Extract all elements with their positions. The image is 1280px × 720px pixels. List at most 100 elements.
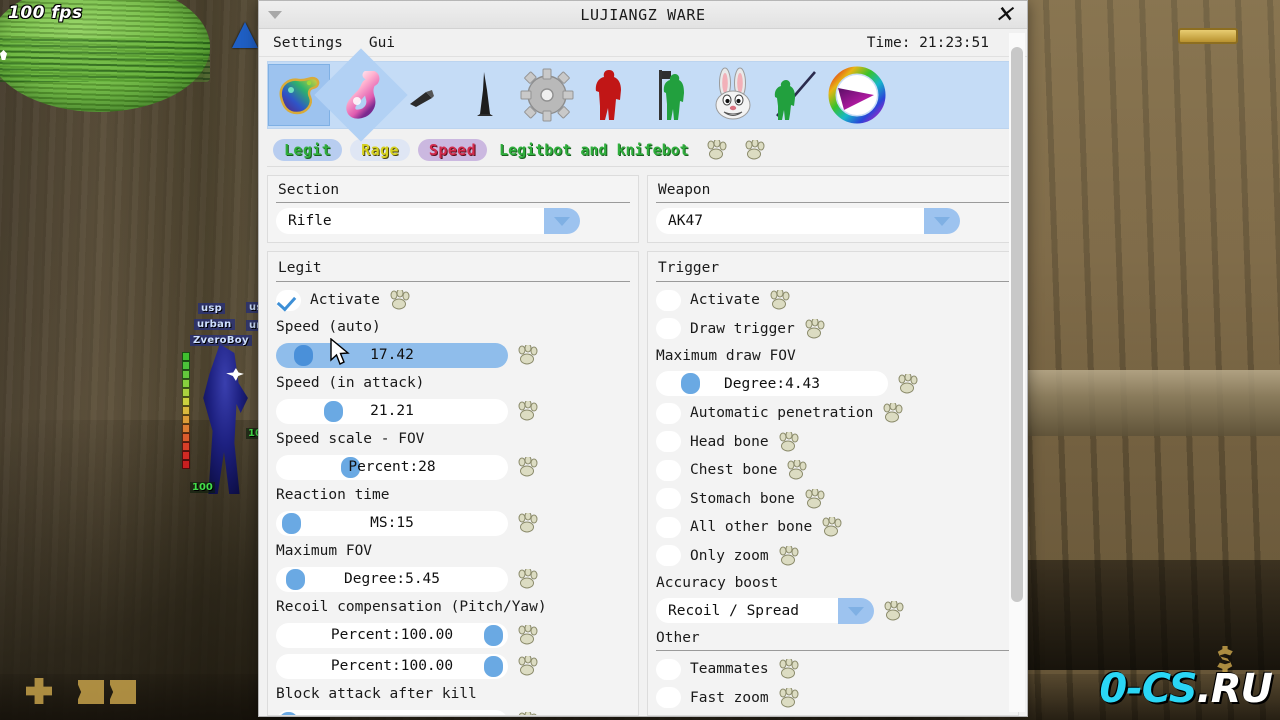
paw-help-icon-legit-0[interactable] [388, 290, 410, 310]
paw-help-icon-legit-2[interactable] [516, 345, 538, 365]
slider-knob-trigger-3[interactable] [681, 373, 700, 394]
accuracy-boost-dropdown[interactable]: Recoil / Spread [656, 598, 874, 624]
checkbox-trigger-14[interactable] [656, 687, 681, 709]
paw-help-icon-trigger-4[interactable] [881, 403, 903, 423]
slider-legit-10[interactable]: Degree:5.45 [276, 566, 508, 592]
chevron-down-icon[interactable] [838, 598, 874, 624]
section-label: Section [276, 180, 630, 203]
checkbox-trigger-7[interactable] [656, 488, 681, 510]
close-icon[interactable]: ✕ [991, 1, 1017, 29]
toolbar-icon-rocket[interactable] [392, 64, 454, 126]
checkbox-row-trigger-4[interactable]: Automatic penetration [656, 399, 1010, 428]
tab-rage[interactable]: Rage [350, 138, 410, 161]
toolbar-icon-rainbow-blob[interactable] [268, 64, 330, 126]
slider-knob-legit-4[interactable] [324, 400, 343, 422]
caption-legit-1: Speed (auto) [276, 319, 381, 335]
slider-value-legit-13: Percent:100.00 [330, 658, 454, 674]
paw-help-icon-legit-13[interactable] [516, 656, 538, 676]
checkbox-row-trigger-9[interactable]: Only zoom [656, 542, 1010, 571]
paw-help-icon-legit-6[interactable] [516, 457, 538, 477]
rainbow-blob-icon [279, 76, 320, 115]
checkbox-label-trigger-4: Automatic penetration [690, 405, 874, 422]
checkbox-row-trigger-6[interactable]: Chest bone [656, 456, 1010, 485]
checkbox-row-trigger-0[interactable]: Activate [656, 286, 1010, 315]
paw-help-icon-trigger-7[interactable] [803, 488, 825, 509]
toolbar-icon-bunny[interactable] [702, 64, 764, 126]
paw-help-icon-trigger-9[interactable] [777, 545, 799, 566]
paw-help-icon-trigger-8[interactable] [820, 517, 842, 537]
tab-speed[interactable]: Speed [417, 138, 488, 161]
toolbar-icon-color-wheel[interactable] [826, 64, 888, 126]
checkbox-label-trigger-5: Head bone [690, 433, 769, 450]
site-watermark: 0-CS.RU [1099, 666, 1273, 712]
toolbar-icon-pink-potion[interactable] [330, 64, 392, 126]
slider-legit-13[interactable]: Percent:100.00 [276, 653, 508, 679]
checkbox-legit-0[interactable] [276, 289, 301, 311]
checkbox-trigger-5[interactable] [656, 431, 681, 453]
toolbar-icon-knife-player[interactable] [764, 64, 826, 126]
checkbox-row-trigger-13[interactable]: Teammates [656, 655, 1010, 684]
paw-help-icon-tabs-2[interactable] [743, 139, 765, 160]
settings-panels: Legit Activate Speed (auto) 17.42 Speed (in… [267, 251, 1019, 716]
checkbox-trigger-8[interactable] [656, 516, 681, 538]
paw-help-icon-trigger-1[interactable] [803, 318, 825, 339]
checkbox-trigger-13[interactable] [656, 658, 681, 680]
paw-help-icon-trigger-11[interactable] [882, 600, 904, 621]
slider-trigger-3[interactable]: Degree:4.43 [656, 371, 888, 396]
slider-legit-2[interactable]: 17.42 [276, 342, 508, 368]
paw-help-icon-legit-4[interactable] [516, 401, 538, 421]
section-dropdown[interactable]: Rifle [276, 208, 581, 234]
slider-legit-8[interactable]: MS:15 [276, 510, 508, 536]
checkbox-trigger-1[interactable] [656, 318, 681, 340]
checkbox-row-trigger-15[interactable]: Draw aimbot FOV [656, 712, 1010, 715]
paw-help-icon-legit-12[interactable] [516, 625, 538, 645]
scrollbar-thumb[interactable] [1011, 47, 1023, 602]
paw-help-icon-trigger-5[interactable] [777, 431, 799, 452]
chevron-down-icon[interactable] [544, 208, 581, 234]
slider-knob-legit-15[interactable] [279, 711, 298, 715]
checkbox-row-trigger-7[interactable]: Stomach bone [656, 485, 1010, 514]
menu-item-settings[interactable]: Settings [273, 35, 343, 51]
toolbar-icon-red-player[interactable] [578, 64, 640, 126]
toolbar-icon-gear[interactable] [516, 64, 578, 126]
slider-legit-15[interactable]: MS:0 [276, 709, 508, 715]
paw-help-icon-legit-15[interactable] [516, 712, 538, 716]
checkbox-trigger-6[interactable] [656, 459, 681, 481]
menu-item-gui[interactable]: Gui [369, 35, 395, 51]
checkbox-row-trigger-14[interactable]: Fast zoom [656, 684, 1010, 713]
toolbar-icon-green-flag-player[interactable] [640, 64, 702, 126]
weapon-dropdown[interactable]: AK47 [656, 208, 961, 234]
checkbox-row-legit-0[interactable]: Activate [276, 286, 630, 315]
paw-help-icon-trigger-3[interactable] [896, 373, 918, 394]
checkbox-trigger-9[interactable] [656, 545, 681, 567]
slider-knob-legit-2[interactable] [294, 344, 313, 366]
checkbox-row-trigger-8[interactable]: All other bone [656, 513, 1010, 542]
slider-row-legit-15: MS:0 [276, 707, 630, 716]
paw-help-icon-tabs-1[interactable] [705, 139, 727, 160]
slider-legit-4[interactable]: 21.21 [276, 398, 508, 424]
checkbox-row-trigger-5[interactable]: Head bone [656, 428, 1010, 457]
slider-knob-legit-8[interactable] [282, 512, 301, 534]
paw-help-icon-legit-10[interactable] [516, 569, 538, 589]
tab-legit[interactable]: Legit [273, 138, 343, 161]
toolbar-icon-tower[interactable] [454, 64, 516, 126]
checkbox-trigger-0[interactable] [656, 289, 681, 311]
slider-knob-legit-10[interactable] [286, 568, 305, 590]
icon-toolbar [267, 61, 1019, 129]
window-scrollbar[interactable] [1009, 33, 1025, 712]
checkbox-row-trigger-1[interactable]: Draw trigger [656, 315, 1010, 344]
slider-legit-6[interactable]: Percent:28 [276, 454, 508, 480]
mode-tab-strip: Legit Rage Speed Legitbot and knifebot [267, 133, 1019, 167]
slider-knob-legit-12[interactable] [484, 624, 503, 646]
slider-value-legit-8: MS:15 [370, 515, 414, 531]
window-menu-caret-icon[interactable] [268, 11, 282, 19]
checkbox-trigger-4[interactable] [656, 402, 681, 424]
paw-help-icon-trigger-0[interactable] [768, 290, 790, 310]
paw-help-icon-trigger-6[interactable] [785, 460, 807, 480]
paw-help-icon-trigger-13[interactable] [777, 659, 799, 679]
chevron-down-icon[interactable] [924, 208, 961, 234]
slider-knob-legit-13[interactable] [484, 655, 503, 677]
paw-help-icon-trigger-14[interactable] [777, 687, 799, 708]
paw-help-icon-legit-8[interactable] [516, 513, 538, 533]
slider-legit-12[interactable]: Percent:100.00 [276, 622, 508, 648]
